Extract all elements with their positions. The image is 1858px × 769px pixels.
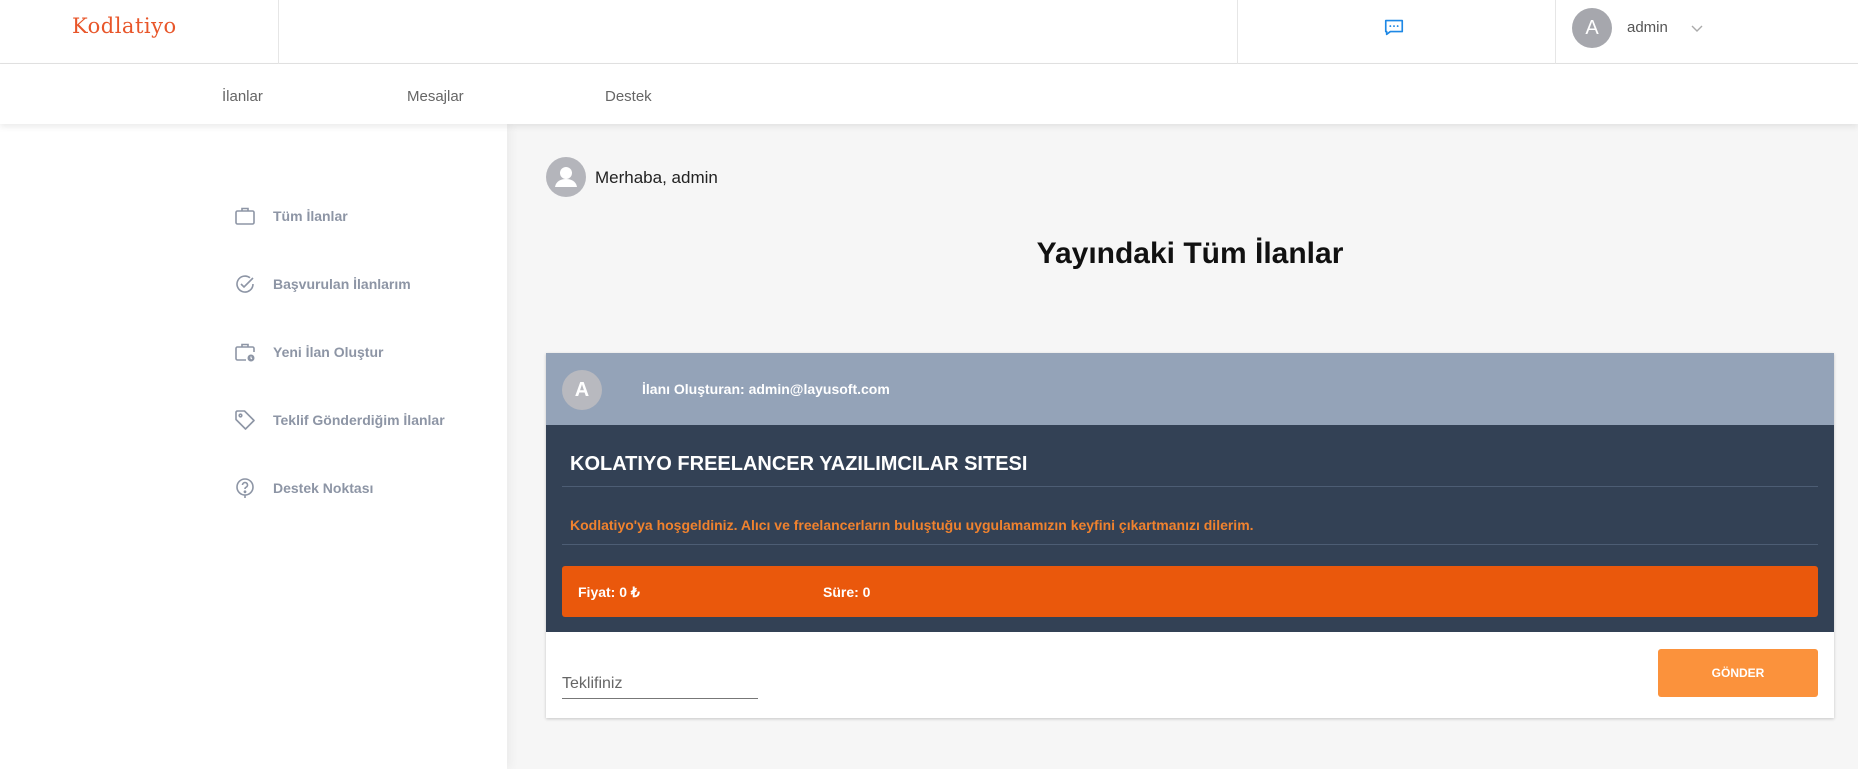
briefcase-clock-icon: [235, 343, 255, 362]
sidebar-item-label: Teklif Gönderdiğim İlanlar: [273, 412, 445, 428]
sub-navigation: İlanlar Mesajlar Destek: [0, 64, 1858, 124]
send-button[interactable]: GÖNDER: [1658, 649, 1818, 697]
duration-label: Süre: 0: [823, 584, 871, 600]
sidebar: Tüm İlanlar Başvurulan İlanlarım Yeni İl…: [0, 124, 507, 769]
nav-item-ilanlar[interactable]: İlanlar: [222, 88, 263, 105]
message-icon[interactable]: [1383, 16, 1405, 38]
sidebar-item-label: Yeni İlan Oluştur: [273, 344, 384, 360]
nav-item-mesajlar[interactable]: Mesajlar: [407, 88, 464, 105]
sidebar-item-label: Başvurulan İlanlarım: [273, 276, 411, 292]
sidebar-item-label: Tüm İlanlar: [273, 208, 348, 224]
briefcase-icon: [235, 207, 255, 225]
user-icon: [555, 167, 577, 187]
divider: [562, 544, 1818, 545]
header-empty-area: [279, 0, 1238, 64]
offer-input[interactable]: [562, 669, 758, 699]
username: admin: [1627, 19, 1668, 36]
chevron-down-icon[interactable]: [1689, 20, 1705, 36]
user-menu[interactable]: A admin: [1556, 0, 1858, 64]
greeting-text: Merhaba, admin: [595, 168, 718, 187]
user-avatar: [546, 157, 586, 197]
avatar: A: [562, 370, 602, 410]
avatar: A: [1572, 8, 1612, 48]
sidebar-item-label: Destek Noktası: [273, 480, 374, 496]
logo[interactable]: Kodlatiyo: [72, 14, 177, 38]
top-header: Kodlatiyo A admin: [0, 0, 1858, 64]
main-content: Merhaba, admin Yayındaki Tüm İlanlar A İ…: [507, 124, 1858, 769]
listing-card: A İlanı Oluşturan: admin@layusoft.com KO…: [546, 353, 1834, 718]
page-title: Yayındaki Tüm İlanlar: [1036, 237, 1344, 270]
listing-card-body: KOLATIYO FREELANCER YAZILIMCILAR SITESI …: [546, 425, 1834, 632]
listing-card-header: A İlanı Oluşturan: admin@layusoft.com: [546, 353, 1834, 425]
nav-item-destek[interactable]: Destek: [605, 88, 652, 105]
price-label: Fiyat: 0 ₺: [578, 584, 640, 600]
tag-icon: [235, 410, 255, 430]
messages-area: [1238, 0, 1556, 64]
listing-creator: İlanı Oluşturan: admin@layusoft.com: [642, 381, 890, 397]
logo-area: Kodlatiyo: [0, 0, 279, 64]
check-circle-icon: [236, 275, 254, 293]
listing-title: KOLATIYO FREELANCER YAZILIMCILAR SITESI: [570, 453, 1028, 475]
question-circle-icon: [236, 478, 254, 498]
divider: [562, 486, 1818, 487]
price-bar: Fiyat: 0 ₺ Süre: 0: [562, 566, 1818, 617]
listing-description: Kodlatiyo'ya hoşgeldiniz. Alıcı ve freel…: [570, 517, 1254, 533]
